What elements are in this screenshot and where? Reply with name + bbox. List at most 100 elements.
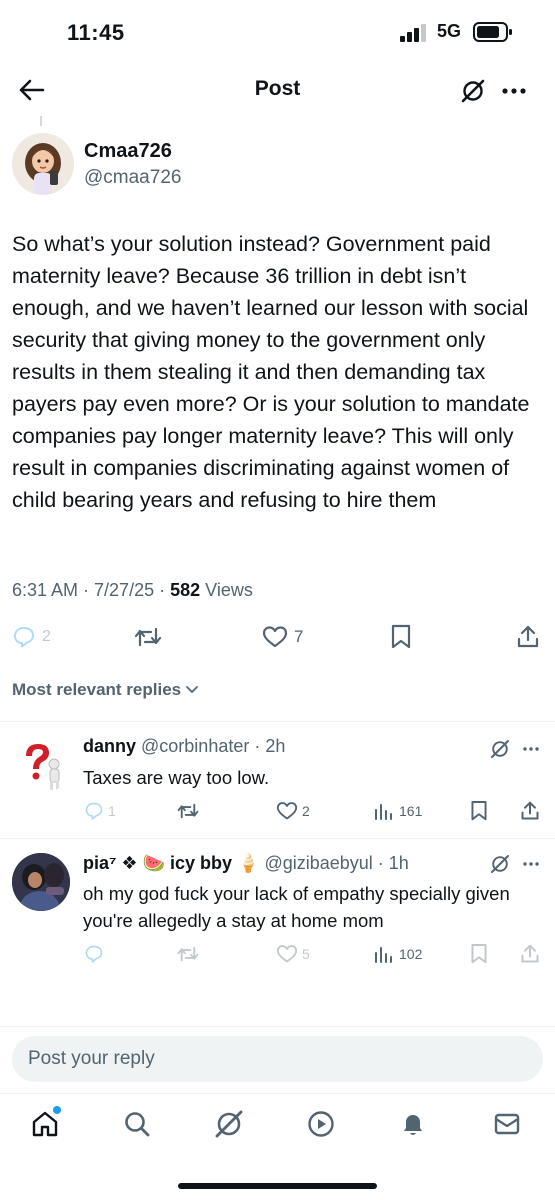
reply-like-count: 2 [302,803,310,819]
heart-icon [262,626,288,648]
notifications-icon [404,1115,422,1135]
analytics-icon [375,947,392,963]
nav-grok[interactable] [211,1106,247,1142]
nav-home[interactable] [27,1106,63,1142]
reply-text: oh my god fuck your lack of empathy spec… [83,883,510,931]
more-icon [502,88,526,94]
bookmark-icon [391,624,411,649]
grok-button[interactable] [457,75,489,107]
reply-avatar[interactable] [12,736,70,794]
reply-avatar[interactable] [12,853,70,911]
like-button[interactable]: 7 [262,620,303,654]
analytics-icon [375,804,392,820]
post-timestamp: 6:31 AM · 7/27/25 · [12,580,171,600]
replies-sort-dropdown[interactable]: Most relevant replies [12,680,199,700]
author-name[interactable]: Cmaa726 [84,140,172,163]
heart-icon [276,802,298,820]
reply-views-button[interactable]: 161 [373,799,422,823]
reply-count: 2 [42,628,51,645]
network-label: 5G [437,21,462,41]
reply-bookmark-button[interactable] [470,799,488,823]
author-handle[interactable]: @cmaa726 [84,167,181,189]
search-icon [125,1112,150,1137]
reply-time: · 2h [249,736,286,756]
reply-more-button[interactable] [520,853,542,875]
reply-share-button[interactable] [520,942,540,966]
share-icon [517,625,539,648]
views-label: Views [200,580,253,600]
reply-item[interactable]: pia⁷ ❖ 🍉 icy bby 🍦 @gizibaebyul · 1h oh … [0,839,555,979]
bookmark-button[interactable] [390,620,412,654]
reply-input[interactable]: Post your reply [12,1036,543,1082]
reply-header: pia⁷ ❖ 🍉 icy bby 🍦 @gizibaebyul · 1h [83,853,409,874]
video-icon [308,1111,334,1137]
reply-reply-button[interactable]: 1 [84,799,116,823]
reply-views-count: 102 [399,946,423,962]
reply-time: · 1h [372,853,409,873]
post-meta: 6:31 AM · 7/27/25 · 582 Views [12,580,253,601]
reply-share-button[interactable] [520,799,540,823]
repost-button[interactable] [134,620,162,654]
share-button[interactable] [516,620,540,654]
like-count: 7 [294,627,304,646]
bookmark-icon [471,944,487,964]
author-avatar[interactable] [12,133,74,195]
reply-reply-button[interactable] [84,942,108,966]
reply-like-count: 5 [302,946,310,962]
reply-input-placeholder: Post your reply [28,1048,155,1069]
reply-like-button[interactable]: 2 [276,799,310,823]
reply-author-handle[interactable]: @gizibaebyul [259,853,372,873]
grok-icon[interactable] [489,853,511,875]
avatar-illustration [12,133,74,195]
notification-dot [53,1106,61,1114]
battery-icon [473,22,512,42]
repost-icon [177,803,199,819]
reply-author-handle[interactable]: @corbinhater [136,736,249,756]
bottom-nav [0,1093,555,1155]
reply-more-button[interactable] [520,738,542,760]
reply-like-button[interactable]: 5 [276,942,310,966]
post-text: So what’s your solution instead? Governm… [12,232,530,512]
reply-text: Taxes are way too low. [83,767,270,788]
nav-search[interactable] [119,1106,155,1142]
home-indicator [178,1183,377,1189]
status-time: 11:45 [67,20,125,45]
reply-repost-button[interactable] [177,799,199,823]
question-figure-avatar [12,736,70,794]
reply-views-button[interactable]: 102 [373,942,422,966]
more-icon [523,862,539,866]
reply-button[interactable]: 2 [12,620,51,654]
nav-video[interactable] [303,1106,339,1142]
photo-avatar [12,853,70,911]
grok-icon [215,1110,243,1138]
views-count: 582 [170,580,201,600]
reply-author-name[interactable]: danny [83,736,136,756]
reply-item[interactable]: danny @corbinhater · 2h Taxes are way to… [0,722,555,837]
messages-icon [494,1113,520,1135]
reply-bookmark-button[interactable] [470,942,488,966]
signal-icon [400,24,426,42]
divider [0,1026,555,1027]
more-icon [523,747,539,751]
reply-icon [85,945,103,963]
nav-messages[interactable] [489,1106,525,1142]
reply-views-count: 161 [399,803,423,819]
nav-notifications[interactable] [395,1106,431,1142]
bookmark-icon [471,801,487,821]
grok-icon [461,79,485,103]
grok-icon[interactable] [489,738,511,760]
reply-repost-button[interactable] [177,942,199,966]
replies-sort-label: Most relevant replies [12,680,182,699]
reply-author-name[interactable]: pia⁷ ❖ 🍉 icy bby 🍦 [83,853,259,873]
chevron-down-icon [186,686,199,694]
top-bar: Post [0,64,555,116]
share-icon [521,801,539,820]
reply-icon [85,802,103,820]
reply-icon [14,627,34,648]
more-options-button[interactable] [497,75,531,107]
reply-header: danny @corbinhater · 2h [83,736,285,757]
heart-icon [276,945,298,963]
repost-icon [134,627,162,647]
status-bar: 11:45 5G [0,0,555,64]
post-author: Cmaa726 @cmaa726 [12,133,542,197]
